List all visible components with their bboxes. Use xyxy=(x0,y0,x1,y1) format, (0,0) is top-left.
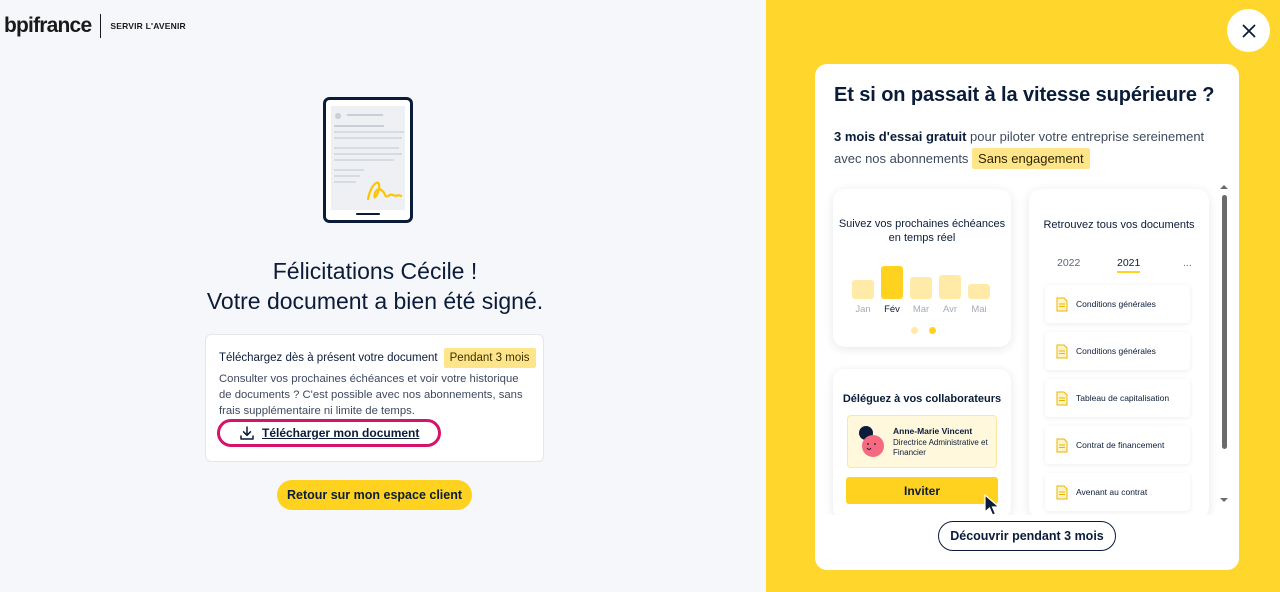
bar-jan xyxy=(852,280,874,299)
document-item[interactable]: Avenant au contrat xyxy=(1045,473,1190,511)
document-item-label: Avenant au contrat xyxy=(1076,487,1148,497)
brand-divider xyxy=(100,14,102,38)
year-tab-more[interactable]: ... xyxy=(1183,257,1192,269)
free-trial-text: 3 mois d'essai gratuit xyxy=(834,129,967,144)
documents-feature-card: Retrouvez tous vos documents 2022 2021 .… xyxy=(1029,189,1209,515)
year-tab[interactable]: 2022 xyxy=(1057,257,1080,269)
delegate-feature-title: Déléguez à vos collaborateurs xyxy=(842,393,1002,405)
carousel-dots xyxy=(911,327,936,334)
deadlines-feature-title: Suivez vos prochaines échéances en temps… xyxy=(838,218,1006,244)
month-label: Avr xyxy=(942,304,958,315)
download-link-label: Télécharger mon document xyxy=(262,426,420,440)
bar-fev xyxy=(881,266,903,299)
page-title: Félicitations Cécile ! Votre document a … xyxy=(0,256,750,316)
title-line-1: Félicitations Cécile ! xyxy=(272,258,478,284)
collaborator-role: Directrice Administrative et Financier xyxy=(893,438,988,457)
carousel-dot[interactable] xyxy=(911,327,918,334)
download-card: Téléchargez dès à présent votre document… xyxy=(205,334,544,462)
features-scroll-area[interactable]: Suivez vos prochaines échéances en temps… xyxy=(815,179,1239,515)
download-document-link[interactable]: Télécharger mon document xyxy=(217,419,441,447)
pointer-cursor-icon xyxy=(984,493,1001,515)
title-line-2: Votre document a bien été signé. xyxy=(206,288,544,314)
promo-card: Et si on passait à la vitesse supérieure… xyxy=(815,64,1239,570)
invite-button[interactable]: Inviter xyxy=(846,477,998,504)
confirmation-pane: bpifrance SERVIR L'AVENIR Félicitations … xyxy=(0,0,766,592)
features-scrollbar[interactable] xyxy=(1217,179,1231,515)
document-item-label: Tableau de capitalisation xyxy=(1076,393,1170,403)
back-to-client-space-button[interactable]: Retour sur mon espace client xyxy=(277,480,472,510)
brand-tagline: SERVIR L'AVENIR xyxy=(110,21,186,31)
year-tabs: 2022 2021 ... xyxy=(1057,257,1197,273)
month-label: Jan xyxy=(855,304,871,315)
bar-avr xyxy=(939,275,961,299)
month-label: Mar xyxy=(912,304,930,315)
brand-logo[interactable]: bpifrance SERVIR L'AVENIR xyxy=(4,14,186,38)
brand-name: bpifrance xyxy=(4,14,92,37)
avatar xyxy=(859,426,884,457)
download-card-description: Consulter vos prochaines échéances et vo… xyxy=(219,373,523,417)
deadlines-feature-card: Suivez vos prochaines échéances en temps… xyxy=(833,189,1011,347)
promo-description: 3 mois d'essai gratuit pour piloter votr… xyxy=(834,126,1224,170)
document-icon xyxy=(1056,297,1068,311)
download-icon xyxy=(240,426,254,440)
month-label: Mai xyxy=(971,304,987,315)
download-card-header: Téléchargez dès à présent votre document… xyxy=(219,348,536,368)
bar-mar xyxy=(910,277,932,299)
month-label: Fév xyxy=(884,304,900,315)
discover-offer-button[interactable]: Découvrir pendant 3 mois xyxy=(938,521,1116,551)
collaborator-contact: Anne-Marie Vincent Directrice Administra… xyxy=(847,415,997,468)
document-item[interactable]: Contrat de financement xyxy=(1045,426,1190,464)
scrollbar-thumb[interactable] xyxy=(1222,195,1227,449)
document-icon xyxy=(1056,438,1068,452)
year-tab-active[interactable]: 2021 xyxy=(1117,257,1141,273)
close-button[interactable] xyxy=(1227,9,1270,52)
document-item-label: Conditions générales xyxy=(1076,299,1156,309)
collaborator-name: Anne-Marie Vincent xyxy=(893,426,973,436)
signed-document-illustration xyxy=(323,97,413,223)
scroll-down-arrow-icon[interactable] xyxy=(1217,495,1231,505)
duration-badge: Pendant 3 mois xyxy=(443,348,536,368)
document-icon xyxy=(1056,344,1068,358)
promo-pane: Et si on passait à la vitesse supérieure… xyxy=(766,0,1280,592)
document-item[interactable]: Conditions générales xyxy=(1045,332,1190,370)
close-icon xyxy=(1242,24,1255,37)
document-item-label: Contrat de financement xyxy=(1076,440,1165,450)
document-item-label: Conditions générales xyxy=(1076,346,1156,356)
carousel-dot-active[interactable] xyxy=(929,327,936,334)
promo-title: Et si on passait à la vitesse supérieure… xyxy=(834,84,1215,106)
documents-feature-title: Retrouvez tous vos documents xyxy=(1043,219,1195,231)
download-card-heading: Téléchargez dès à présent votre document xyxy=(219,352,438,364)
month-labels: Jan Fév Mar Avr Mai xyxy=(852,304,1002,318)
document-item[interactable]: Tableau de capitalisation xyxy=(1045,379,1190,417)
no-commitment-tag: Sans engagement xyxy=(972,148,1090,169)
bar-mai xyxy=(968,284,990,299)
document-icon xyxy=(1056,391,1068,405)
document-item[interactable]: Conditions générales xyxy=(1045,285,1190,323)
document-icon xyxy=(1056,485,1068,499)
deadlines-bar-chart xyxy=(852,259,1002,299)
scroll-up-arrow-icon[interactable] xyxy=(1217,182,1231,192)
